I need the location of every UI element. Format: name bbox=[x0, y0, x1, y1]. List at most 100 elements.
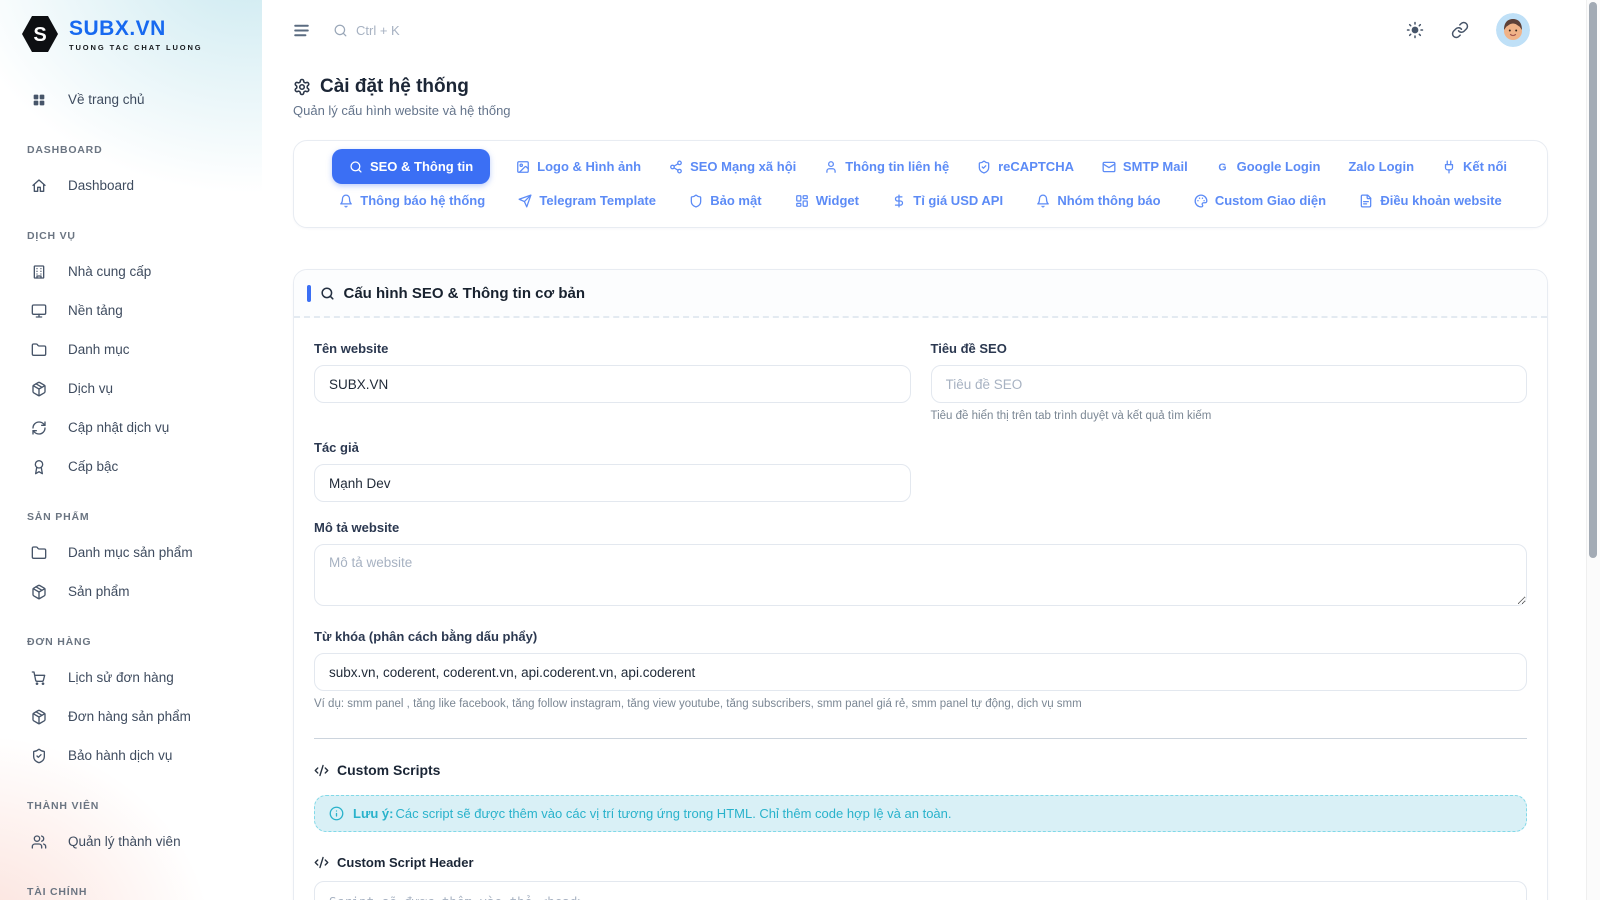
monitor-icon bbox=[31, 303, 47, 319]
tab-system-notifications[interactable]: Thông báo hệ thống bbox=[337, 184, 487, 217]
page-title: Cài đặt hệ thống bbox=[293, 76, 1548, 98]
author-label: Tác giả bbox=[314, 440, 911, 455]
gear-icon bbox=[293, 78, 311, 96]
sidebar-section-orders: ĐƠN HÀNG bbox=[0, 626, 262, 658]
description-textarea[interactable] bbox=[314, 544, 1527, 606]
dollar-icon bbox=[892, 194, 906, 208]
brand-logo[interactable]: S SUBX.VN TUONG TAC CHAT LUONG bbox=[0, 0, 262, 54]
sidebar-item-dashboard[interactable]: Dashboard bbox=[0, 166, 262, 205]
share-icon bbox=[669, 160, 683, 174]
tab-label: Bảo mật bbox=[710, 193, 761, 208]
theme-toggle-button[interactable] bbox=[1406, 21, 1424, 39]
sidebar-item-label: Dashboard bbox=[68, 178, 134, 193]
sidebar-item-platforms[interactable]: Nền tảng bbox=[0, 291, 262, 330]
file-icon bbox=[1359, 194, 1373, 208]
author-input[interactable] bbox=[314, 464, 911, 502]
sidebar-item-services[interactable]: Dịch vụ bbox=[0, 369, 262, 408]
sidebar-item-providers[interactable]: Nhà cung cấp bbox=[0, 252, 262, 291]
tab-zalo-login[interactable]: Zalo Login bbox=[1346, 150, 1416, 183]
search-input[interactable] bbox=[356, 23, 576, 38]
sidebar-nav: Về trang chủ DASHBOARD Dashboard DỊCH VỤ… bbox=[0, 80, 262, 900]
main-area: Cài đặt hệ thống Quản lý cấu hình websit… bbox=[262, 0, 1600, 900]
user-icon bbox=[824, 160, 838, 174]
custom-script-header-title: Custom Script Header bbox=[337, 855, 474, 870]
package-icon bbox=[31, 381, 47, 397]
tab-google-login[interactable]: Google Login bbox=[1214, 150, 1323, 183]
tab-widget[interactable]: Widget bbox=[793, 184, 861, 217]
seo-title-helper: Tiêu đề hiển thị trên tab trình duyệt và… bbox=[931, 410, 1528, 422]
seo-title-input[interactable] bbox=[931, 365, 1528, 403]
tab-label: Kết nối bbox=[1463, 159, 1507, 174]
sidebar-item-label: Nền tảng bbox=[68, 303, 123, 318]
tab-label: Google Login bbox=[1237, 159, 1321, 174]
accent-bar bbox=[307, 285, 311, 302]
tab-custom-theme[interactable]: Custom Giao diện bbox=[1192, 184, 1328, 217]
avatar-image bbox=[1496, 13, 1530, 47]
global-search bbox=[333, 23, 576, 38]
sidebar-item-service-update[interactable]: Cập nhật dịch vụ bbox=[0, 408, 262, 447]
tab-contact-info[interactable]: Thông tin liên hệ bbox=[822, 150, 951, 183]
brand-tagline: TUONG TAC CHAT LUONG bbox=[69, 43, 203, 52]
google-icon bbox=[1216, 160, 1230, 174]
alert-label: Lưu ý: bbox=[353, 806, 393, 821]
tab-label: Tỉ giá USD API bbox=[913, 193, 1003, 208]
tab-logo-images[interactable]: Logo & Hình ảnh bbox=[514, 150, 643, 183]
custom-scripts-heading: Custom Scripts bbox=[314, 762, 1527, 778]
sidebar-item-member-management[interactable]: Quản lý thành viên bbox=[0, 822, 262, 861]
home-icon bbox=[31, 178, 47, 194]
sidebar-item-categories[interactable]: Danh mục bbox=[0, 330, 262, 369]
bell-icon bbox=[339, 194, 353, 208]
tab-seo-social[interactable]: SEO Mạng xã hội bbox=[667, 150, 798, 183]
tab-website-terms[interactable]: Điều khoản website bbox=[1357, 184, 1503, 217]
tab-notification-groups[interactable]: Nhóm thông báo bbox=[1034, 184, 1162, 217]
scrollbar-thumb[interactable] bbox=[1589, 2, 1597, 558]
tab-telegram-template[interactable]: Telegram Template bbox=[516, 184, 658, 217]
topbar bbox=[262, 0, 1600, 60]
page-scrollbar[interactable] bbox=[1586, 0, 1600, 900]
link-icon bbox=[1451, 21, 1469, 39]
alert-text: Các script sẽ được thêm vào các vị trí t… bbox=[395, 806, 951, 821]
sidebar-item-label: Nhà cung cấp bbox=[68, 264, 151, 279]
sidebar-item-order-history[interactable]: Lịch sử đơn hàng bbox=[0, 658, 262, 697]
tab-smtp-mail[interactable]: SMTP Mail bbox=[1100, 150, 1190, 183]
grid-icon bbox=[31, 92, 47, 108]
sidebar-item-label: Danh mục bbox=[68, 342, 130, 357]
keywords-input[interactable] bbox=[314, 653, 1527, 691]
page-subtitle: Quản lý cấu hình website và hệ thống bbox=[293, 103, 1548, 118]
field-author: Tác giả bbox=[314, 440, 911, 502]
menu-toggle-button[interactable] bbox=[292, 21, 311, 40]
tab-usd-rate-api[interactable]: Tỉ giá USD API bbox=[890, 184, 1005, 217]
link-button[interactable] bbox=[1451, 21, 1469, 39]
sidebar-item-label: Đơn hàng sản phẩm bbox=[68, 709, 191, 724]
sidebar-item-ranks[interactable]: Cấp bậc bbox=[0, 447, 262, 486]
sidebar-section-finance: TÀI CHÍNH bbox=[0, 876, 262, 900]
tab-security[interactable]: Bảo mật bbox=[687, 184, 763, 217]
image-icon bbox=[516, 160, 530, 174]
tab-seo-info[interactable]: SEO & Thông tin bbox=[332, 149, 490, 184]
field-description: Mô tả website bbox=[314, 520, 1527, 611]
search-icon bbox=[333, 23, 348, 38]
sidebar-item-label: Sản phẩm bbox=[68, 584, 130, 599]
description-label: Mô tả website bbox=[314, 520, 1527, 535]
tab-label: reCAPTCHA bbox=[998, 159, 1074, 174]
sidebar-item-product-categories[interactable]: Danh mục sản phẩm bbox=[0, 533, 262, 572]
shield-icon bbox=[689, 194, 703, 208]
sidebar-item-products[interactable]: Sản phẩm bbox=[0, 572, 262, 611]
info-icon bbox=[329, 806, 344, 821]
tab-connections[interactable]: Kết nối bbox=[1440, 150, 1509, 183]
card-title: Cấu hình SEO & Thông tin cơ bản bbox=[344, 285, 586, 302]
plug-icon bbox=[1442, 160, 1456, 174]
scripts-warning-alert: Lưu ý:Các script sẽ được thêm vào các vị… bbox=[314, 795, 1527, 832]
sidebar: S SUBX.VN TUONG TAC CHAT LUONG Về trang … bbox=[0, 0, 262, 900]
avatar[interactable] bbox=[1496, 13, 1530, 47]
site-name-input[interactable] bbox=[314, 365, 911, 403]
tab-label: SEO & Thông tin bbox=[370, 159, 473, 174]
custom-script-header-textarea[interactable] bbox=[314, 881, 1527, 900]
search-icon bbox=[320, 286, 335, 301]
tab-recaptcha[interactable]: reCAPTCHA bbox=[975, 150, 1076, 183]
field-seo-title: Tiêu đề SEO Tiêu đề hiển thị trên tab tr… bbox=[931, 341, 1528, 422]
sidebar-item-product-orders[interactable]: Đơn hàng sản phẩm bbox=[0, 697, 262, 736]
sidebar-item-home[interactable]: Về trang chủ bbox=[0, 80, 262, 119]
site-name-label: Tên website bbox=[314, 341, 911, 356]
sidebar-item-warranty[interactable]: Bảo hành dịch vụ bbox=[0, 736, 262, 775]
